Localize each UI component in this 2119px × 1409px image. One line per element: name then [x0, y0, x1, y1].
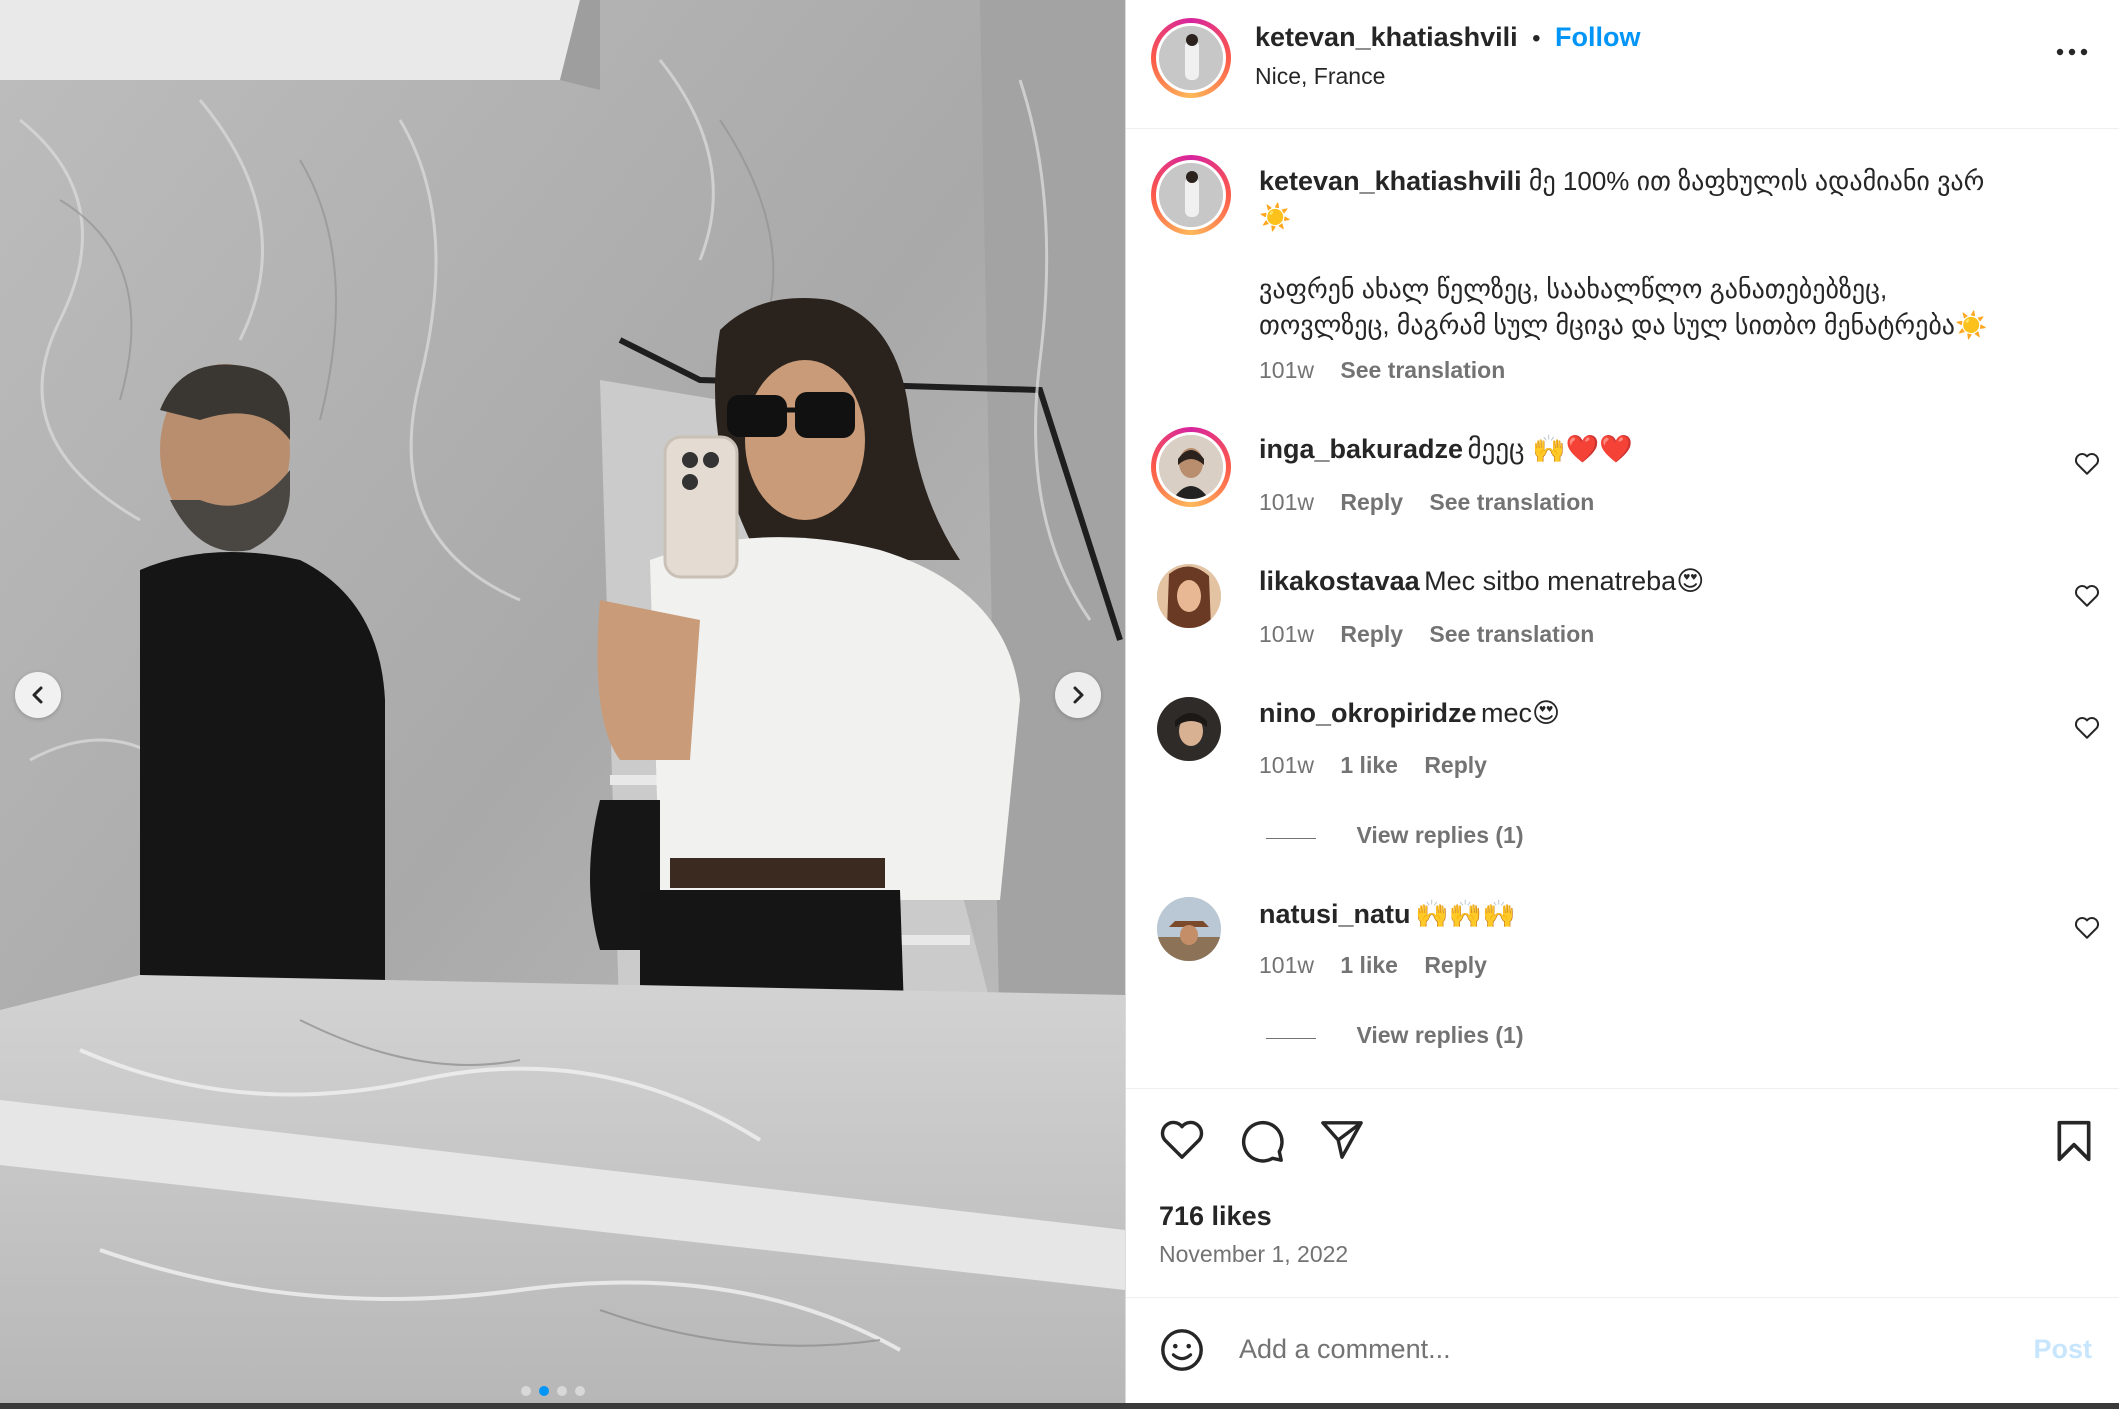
comment-like-button[interactable] — [2074, 916, 2100, 945]
bookmark-icon — [2057, 1120, 2091, 1162]
post-date[interactable]: November 1, 2022 — [1159, 1241, 1348, 1268]
author-avatar[interactable] — [1151, 18, 1231, 98]
caption-line-2: ვაფრენ ახალ წელზეც, საახალწლო განათებებზ… — [1259, 274, 1888, 304]
comment-meta: 101w 1 like Reply — [1259, 752, 1487, 779]
comment-text: Mec sitbo menatreba😍 — [1424, 566, 1705, 596]
comment-username[interactable]: inga_bakuradze — [1259, 434, 1463, 464]
comment-avatar-image — [1157, 697, 1221, 761]
heart-icon — [2074, 453, 2100, 475]
save-button[interactable] — [2055, 1119, 2093, 1168]
comment-like-button[interactable] — [2074, 452, 2100, 481]
comment-avatar[interactable] — [1157, 697, 1221, 766]
author-username[interactable]: ketevan_khatiashvili — [1255, 22, 1518, 52]
heart-icon — [2074, 917, 2100, 939]
replies-line — [1266, 838, 1316, 840]
reply-button[interactable]: Reply — [1424, 952, 1487, 978]
see-translation-link[interactable]: See translation — [1429, 489, 1594, 515]
see-translation-link[interactable]: See translation — [1429, 621, 1594, 647]
view-replies-label[interactable]: View replies (1) — [1356, 1022, 1523, 1048]
carousel-dot — [521, 1386, 531, 1396]
carousel-prev-button[interactable] — [15, 672, 61, 718]
reply-button[interactable]: Reply — [1424, 752, 1487, 778]
carousel-dot-active — [539, 1386, 549, 1396]
more-icon — [2056, 48, 2088, 56]
comment-meta: 101w Reply See translation — [1259, 621, 1594, 648]
comment-time[interactable]: 101w — [1259, 621, 1314, 647]
comment-avatar[interactable] — [1157, 564, 1221, 633]
caption-avatar-image — [1159, 163, 1223, 227]
caption-time[interactable]: 101w — [1259, 357, 1314, 383]
comment-like-button[interactable] — [2074, 716, 2100, 745]
reply-button[interactable]: Reply — [1340, 489, 1403, 515]
caption-line-3: თოვლზეც, მაგრამ სულ მცივა და სულ სითბო მ… — [1259, 310, 1988, 340]
post-details-panel: ketevan_khatiashvili • Follow Nice, Fran… — [1125, 0, 2119, 1403]
author-avatar-image — [1159, 26, 1223, 90]
reply-button[interactable]: Reply — [1340, 621, 1403, 647]
comment-username[interactable]: likakostavaa — [1259, 566, 1420, 596]
post-caption: ketevan_khatiashvili მე 100% ით ზაფხულის… — [1259, 163, 2079, 343]
comment-avatar-image — [1157, 897, 1221, 961]
comment-item: natusi_natu 🙌🙌🙌 — [1259, 898, 1516, 930]
post-actions: 716 likes November 1, 2022 — [1126, 1088, 2119, 1301]
follow-button[interactable]: Follow — [1555, 22, 1640, 52]
comment-username[interactable]: natusi_natu — [1259, 899, 1411, 929]
comment-like-button[interactable] — [2074, 584, 2100, 613]
comment-text: mec😍 — [1480, 698, 1561, 728]
view-replies[interactable]: View replies (1) — [1266, 1022, 1524, 1049]
comment-button[interactable] — [1240, 1119, 1286, 1170]
comment-item: nino_okropiridze mec😍 — [1259, 698, 1560, 729]
chevron-right-icon — [1073, 686, 1084, 704]
view-replies[interactable]: View replies (1) — [1266, 822, 1524, 849]
comment-composer: Add a comment... Post — [1126, 1297, 2119, 1404]
comment-text: მეეც 🙌❤️❤️ — [1467, 434, 1633, 464]
comment-bubble-icon — [1241, 1120, 1284, 1163]
replies-line — [1266, 1038, 1316, 1040]
comment-likes-count[interactable]: 1 like — [1340, 952, 1398, 978]
carousel-dot — [557, 1386, 567, 1396]
comment-avatar-image — [1157, 564, 1221, 628]
post-location[interactable]: Nice, France — [1255, 63, 1385, 90]
see-translation-link[interactable]: See translation — [1340, 357, 1505, 383]
heart-icon — [2074, 717, 2100, 739]
post-header: ketevan_khatiashvili • Follow Nice, Fran… — [1126, 0, 2119, 129]
comment-item: inga_bakuradze მეეც 🙌❤️❤️ — [1259, 433, 1633, 465]
comment-avatar[interactable] — [1157, 897, 1221, 966]
heart-icon — [2074, 585, 2100, 607]
post-photo — [0, 0, 1125, 1403]
caption-meta: 101w See translation — [1259, 357, 1505, 384]
share-button[interactable] — [1319, 1119, 1365, 1166]
caption-emoji: ☀️ — [1259, 202, 1292, 232]
carousel-indicator — [521, 1386, 585, 1396]
comment-meta: 101w Reply See translation — [1259, 489, 1594, 516]
caption-line-1: მე 100% ით ზაფხულის ადამიანი ვარ — [1528, 166, 1985, 196]
send-icon — [1321, 1121, 1363, 1159]
comment-text: 🙌🙌🙌 — [1414, 899, 1516, 929]
comment-time[interactable]: 101w — [1259, 752, 1314, 778]
likes-count[interactable]: 716 likes — [1159, 1201, 1272, 1232]
post-media[interactable] — [0, 0, 1125, 1403]
caption-author-avatar[interactable] — [1151, 155, 1231, 235]
emoji-button[interactable] — [1159, 1327, 1205, 1378]
more-options-button[interactable] — [2056, 44, 2088, 62]
comment-meta: 101w 1 like Reply — [1259, 952, 1487, 979]
chevron-left-icon — [32, 686, 43, 704]
comment-time[interactable]: 101w — [1259, 489, 1314, 515]
post-comment-button[interactable]: Post — [2033, 1334, 2092, 1365]
caption-username[interactable]: ketevan_khatiashvili — [1259, 166, 1522, 196]
comment-likes-count[interactable]: 1 like — [1340, 752, 1398, 778]
view-replies-label[interactable]: View replies (1) — [1356, 822, 1523, 848]
comment-avatar[interactable] — [1151, 427, 1231, 507]
comment-input[interactable]: Add a comment... — [1239, 1334, 1451, 1365]
comment-avatar-image — [1159, 435, 1223, 499]
comment-item: likakostavaa Mec sitbo menatreba😍 — [1259, 566, 1704, 597]
carousel-dot — [575, 1386, 585, 1396]
separator-dot: • — [1532, 25, 1541, 52]
heart-icon — [1160, 1120, 1204, 1159]
comment-time[interactable]: 101w — [1259, 952, 1314, 978]
comment-username[interactable]: nino_okropiridze — [1259, 698, 1477, 728]
emoji-icon — [1161, 1329, 1203, 1371]
carousel-next-button[interactable] — [1055, 672, 1101, 718]
like-button[interactable] — [1159, 1119, 1205, 1166]
